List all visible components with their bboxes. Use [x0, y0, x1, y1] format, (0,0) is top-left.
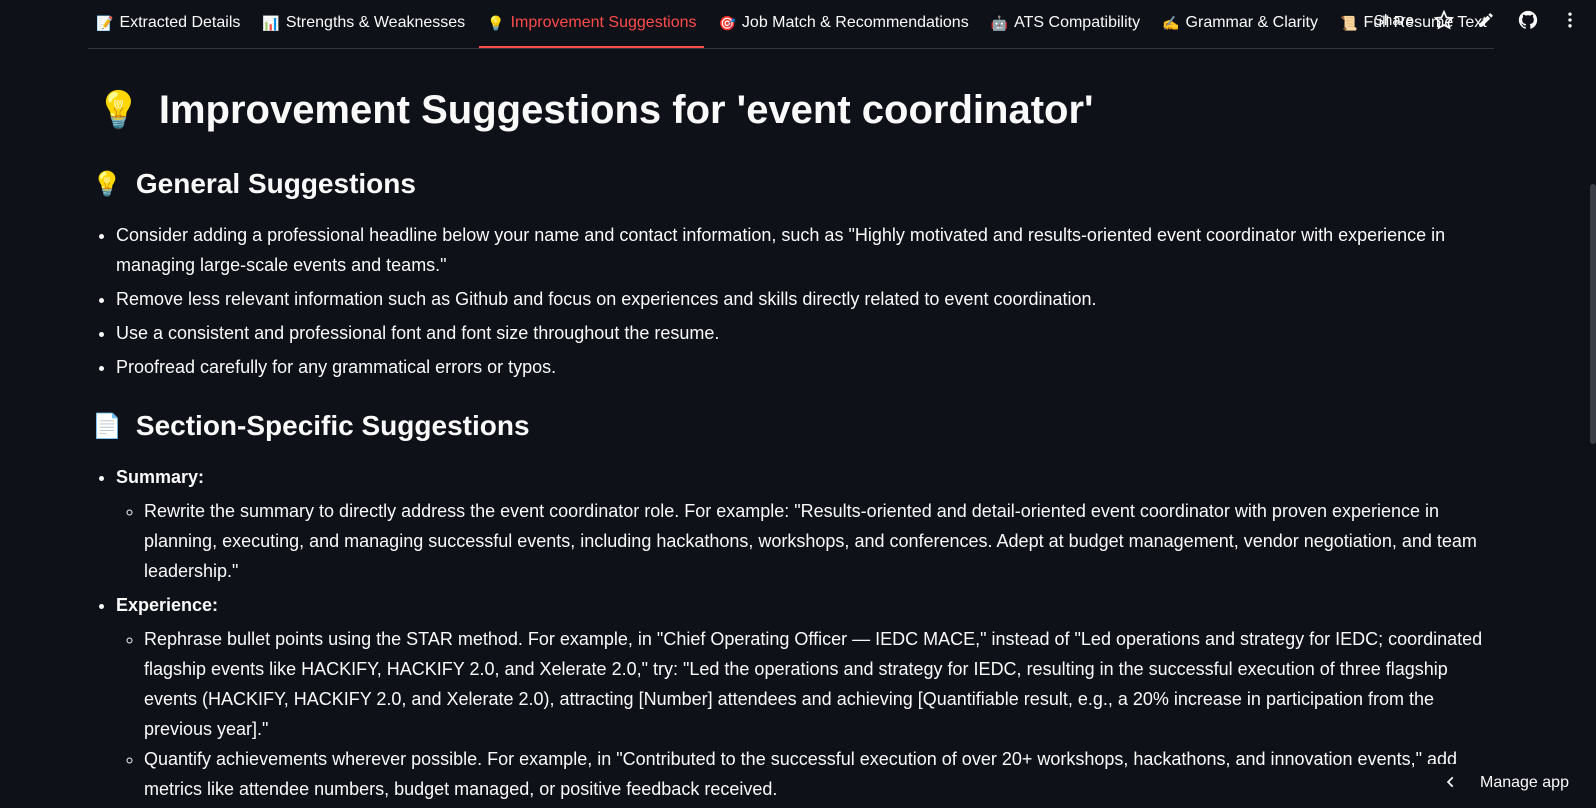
chevron-left-icon	[1444, 773, 1458, 794]
list-item: Rephrase bullet points using the STAR me…	[144, 624, 1488, 744]
main-content: 💡 Improvement Suggestions for 'event coo…	[88, 80, 1488, 808]
list-item: Consider adding a professional headline …	[116, 220, 1488, 280]
document-icon: 📄	[92, 412, 122, 441]
more-vertical-icon[interactable]	[1558, 8, 1582, 32]
general-suggestions-heading: 💡 General Suggestions	[88, 162, 1488, 206]
section-specific-heading: 📄 Section-Specific Suggestions	[88, 404, 1488, 448]
tab-label: Strengths & Weaknesses	[286, 14, 465, 32]
general-suggestions-list: Consider adding a professional headline …	[88, 220, 1488, 382]
manage-app-button[interactable]: Manage app	[1426, 764, 1596, 802]
list-item: Remove less relevant information such as…	[116, 284, 1488, 314]
tab-job-match[interactable]: 🎯 Job Match & Recommendations	[710, 0, 976, 48]
list-item-summary: Summary: Rewrite the summary to directly…	[116, 462, 1488, 586]
tab-bar: 📝 Extracted Details 📊 Strengths & Weakne…	[88, 0, 1494, 49]
tab-improvement-suggestions[interactable]: 💡 Improvement Suggestions	[479, 0, 704, 48]
tab-grammar-clarity[interactable]: ✍️ Grammar & Clarity	[1154, 0, 1326, 48]
tab-extracted-details[interactable]: 📝 Extracted Details	[88, 0, 248, 48]
list-item: Use a consistent and professional font a…	[116, 318, 1488, 348]
list-item: Rewrite the summary to directly address …	[144, 496, 1488, 586]
scrollbar[interactable]	[1590, 184, 1596, 444]
lightbulb-icon: 💡	[92, 170, 122, 199]
heading-text: General Suggestions	[136, 168, 416, 200]
tab-label: Improvement Suggestions	[511, 14, 697, 32]
manage-app-label: Manage app	[1480, 774, 1569, 792]
page-title-text: Improvement Suggestions for 'event coord…	[159, 88, 1094, 133]
tab-label: Job Match & Recommendations	[742, 14, 969, 32]
lightbulb-icon: 💡	[96, 89, 141, 131]
list-item: Proofread carefully for any grammatical …	[116, 352, 1488, 382]
scroll-icon: 📜	[1340, 15, 1357, 32]
page-title: 💡 Improvement Suggestions for 'event coo…	[88, 80, 1488, 140]
tab-label: ATS Compatibility	[1014, 14, 1140, 32]
group-label: Experience:	[116, 595, 218, 615]
tab-ats-compatibility[interactable]: 🤖 ATS Compatibility	[983, 0, 1148, 48]
list-item: Quantify achievements wherever possible.…	[144, 744, 1488, 804]
tab-label: Extracted Details	[119, 14, 240, 32]
lightbulb-icon: 💡	[487, 15, 504, 32]
memo-icon: 📝	[96, 15, 113, 32]
tab-label: Grammar & Clarity	[1186, 14, 1318, 32]
share-button[interactable]: Share	[1374, 12, 1414, 29]
writing-hand-icon: ✍️	[1162, 15, 1179, 32]
heading-text: Section-Specific Suggestions	[136, 410, 530, 442]
app-toolbar: Share	[1374, 0, 1596, 40]
bar-chart-icon: 📊	[262, 15, 279, 32]
robot-icon: 🤖	[991, 15, 1008, 32]
list-item-experience: Experience: Rephrase bullet points using…	[116, 590, 1488, 804]
star-icon[interactable]	[1432, 8, 1456, 32]
group-label: Summary:	[116, 467, 204, 487]
target-icon: 🎯	[718, 15, 735, 32]
edit-icon[interactable]	[1474, 8, 1498, 32]
github-icon[interactable]	[1516, 8, 1540, 32]
section-suggestions-list: Summary: Rewrite the summary to directly…	[88, 462, 1488, 804]
tab-strengths-weaknesses[interactable]: 📊 Strengths & Weaknesses	[254, 0, 473, 48]
